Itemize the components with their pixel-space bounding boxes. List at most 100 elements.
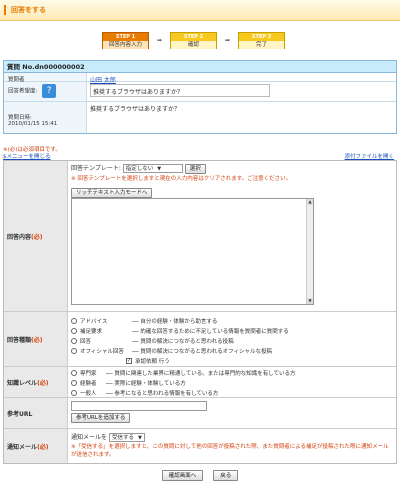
option-name: 一般人: [80, 391, 97, 397]
step-number: STEP 2: [171, 32, 216, 41]
hope-label-cell: 回答希望度: ?: [4, 82, 87, 101]
asker-row: 質問者 山田 太郎: [4, 73, 396, 84]
template-label: 回答テンプレート:: [71, 165, 121, 172]
attach-file-link[interactable]: 添付ファイルを開く: [344, 152, 394, 160]
template-select-value: 指定しない: [125, 166, 154, 172]
required-mark: (必): [31, 336, 43, 344]
approval-option[interactable]: ✓ 承認依頼 行う: [71, 356, 393, 366]
option-desc: ── 実際に経験・体験している方: [106, 381, 186, 387]
scroll-down-icon[interactable]: ▼: [307, 298, 313, 304]
notify-note: ※「受信する」を選択しますと、この質問に対して他の回答が投稿された際、また質問者…: [71, 444, 389, 458]
chevron-down-icon: ▼: [137, 435, 142, 441]
url-input[interactable]: [71, 401, 207, 411]
notify-select[interactable]: 受信する ▼: [108, 433, 145, 442]
type-option[interactable]: 回答 ── 質問の解決につながると思われる投稿: [71, 336, 393, 346]
template-warning: ※ 回答テンプレートを選択しますと現在の入力内容はクリアされます。ご注意ください…: [71, 176, 292, 182]
chevron-down-icon: ▼: [157, 166, 162, 172]
type-label-text: 回答種類: [7, 336, 32, 344]
radio-button[interactable]: [71, 318, 77, 324]
option-name: アドバイス: [80, 319, 108, 325]
option-name: 回答: [80, 339, 92, 345]
radio-button[interactable]: [71, 328, 77, 334]
step-label: 確認: [171, 40, 216, 49]
type-option[interactable]: アドバイス ── 自分の経験・体験から助言する: [71, 316, 393, 326]
approval-label: 承認依頼 行う: [135, 359, 170, 365]
date-cell: 質問日時: 2010/01/15 15:41: [4, 102, 87, 133]
help-icon: ?: [42, 84, 57, 98]
option-desc: ── 質問に関連した業界に精通している。または専門的な知識を有している方: [106, 371, 296, 377]
notify-label: 通知メール (必): [4, 429, 68, 463]
option-name: オフィシャル回答: [80, 349, 124, 355]
hope-label: 回答希望度:: [8, 88, 38, 95]
step-number: STEP 1: [103, 32, 148, 41]
required-mark: (必): [37, 379, 49, 387]
level-label: 知識レベル (必): [4, 367, 68, 397]
level-option[interactable]: 専門家 ── 質問に関連した業界に精通している。または専門的な知識を有している方: [71, 368, 393, 378]
option-name: 補足要求: [80, 329, 103, 335]
notify-select-value: 受信する: [111, 435, 134, 441]
option-desc: ── 自分の経験・体験から助言する: [132, 319, 218, 325]
option-name: 専門家: [80, 371, 97, 377]
template-select-button[interactable]: 選択: [184, 163, 206, 174]
required-mark: (必): [31, 233, 43, 241]
required-mark: (必): [37, 443, 49, 451]
step-arrow-icon: ➡: [156, 36, 163, 44]
radio-button[interactable]: [71, 338, 77, 344]
step-indicator: STEP 1 回答内容入力 ➡ STEP 2 確認 ➡ STEP 3 完了: [102, 31, 285, 49]
scroll-up-icon[interactable]: ▲: [307, 199, 313, 205]
scrollbar[interactable]: ▲ ▼: [306, 199, 313, 304]
template-select[interactable]: 指定しない ▼: [122, 164, 183, 173]
hope-row: 回答希望度: ? 推奨するブラウザはありますか？: [4, 82, 396, 102]
step-number: STEP 3: [239, 32, 284, 41]
option-name: 経験者: [80, 381, 97, 387]
page-title: 回答をする: [4, 5, 46, 15]
answer-row: 回答内容 (必) 回答テンプレート: 指定しない ▼ 選択 ※ 回答テンプレートを選…: [4, 161, 396, 312]
step-arrow-icon: ➡: [224, 36, 231, 44]
asker-label: 質問者: [4, 73, 87, 83]
type-option[interactable]: オフィシャル回答 ── 質問の解決につながると思われるオフィシャルな投稿: [71, 346, 393, 356]
question-body: 推奨するブラウザはありますか？: [90, 106, 181, 113]
step-label: 完了: [239, 40, 284, 49]
back-button[interactable]: 戻る: [213, 470, 239, 481]
radio-button[interactable]: [71, 348, 77, 354]
level-label-text: 知識レベル: [7, 379, 38, 387]
notify-label-text: 通知メール: [7, 443, 38, 451]
approval-checkbox[interactable]: ✓: [126, 358, 132, 364]
option-desc: ── 質問の解決につながると思われる投稿: [132, 339, 234, 345]
footer-actions: 確認画面へ 戻る: [0, 470, 400, 481]
level-option[interactable]: 一般人 ── 参考になると思われる情報を有している方: [71, 388, 393, 398]
step-3: STEP 3 完了: [238, 31, 285, 49]
page-header: 回答をする: [0, 0, 400, 21]
question-heading: 質問 No.dn000000002: [4, 61, 396, 73]
radio-button[interactable]: [71, 380, 77, 386]
date-label: 質問日時:: [8, 115, 32, 121]
answer-form: 回答内容 (必) 回答テンプレート: 指定しない ▼ 選択 ※ 回答テンプレートを選…: [3, 160, 397, 464]
radio-button[interactable]: [71, 390, 77, 396]
type-label: 回答種類 (必): [4, 312, 68, 366]
date-value: 2010/01/15 15:41: [8, 121, 58, 127]
option-desc: ── 参考になると思われる情報を有している方: [106, 391, 219, 397]
step-label: 回答内容入力: [103, 40, 148, 49]
level-option[interactable]: 経験者 ── 実際に経験・体験している方: [71, 378, 393, 388]
step-1: STEP 1 回答内容入力: [102, 31, 149, 49]
answer-label: 回答内容 (必): [4, 161, 68, 311]
url-label: 参考URL: [4, 398, 68, 428]
add-url-button[interactable]: 参考URLを追加する: [71, 413, 131, 423]
notify-field-label: 通知メールを: [71, 434, 108, 441]
question-box: 質問 No.dn000000002 質問者 山田 太郎 回答希望度: ? 推奨す…: [3, 60, 397, 134]
type-option[interactable]: 補足要求 ── 的確な回答するために不足している情報を質問者に質問する: [71, 326, 393, 336]
step-2: STEP 2 確認: [170, 31, 217, 49]
radio-button[interactable]: [71, 370, 77, 376]
url-row: 参考URL 参考URLを追加する: [4, 398, 396, 429]
confirm-button[interactable]: 確認画面へ: [161, 470, 204, 481]
hope-text: 推奨するブラウザはありますか？: [90, 84, 270, 97]
close-menu-link[interactable]: $メニューを開じる: [3, 152, 51, 160]
question-body-row: 質問日時: 2010/01/15 15:41 推奨するブラウザはありますか？: [4, 102, 396, 133]
type-row: 回答種類 (必) アドバイス ── 自分の経験・体験から助言する 補足要求 ── 的確…: [4, 312, 396, 367]
notify-row: 通知メール (必) 通知メールを 受信する ▼ ※「受信する」を選択しますと、この質…: [4, 429, 396, 463]
option-desc: ── 的確な回答するために不足している情報を質問者に質問する: [132, 329, 289, 335]
richtext-mode-button[interactable]: リッチテキスト入力モードへ: [71, 188, 153, 198]
answer-textarea[interactable]: ▲ ▼: [71, 198, 314, 305]
option-desc: ── 質問の解決につながると思われるオフィシャルな投稿: [132, 349, 272, 355]
answer-label-text: 回答内容: [7, 233, 32, 241]
